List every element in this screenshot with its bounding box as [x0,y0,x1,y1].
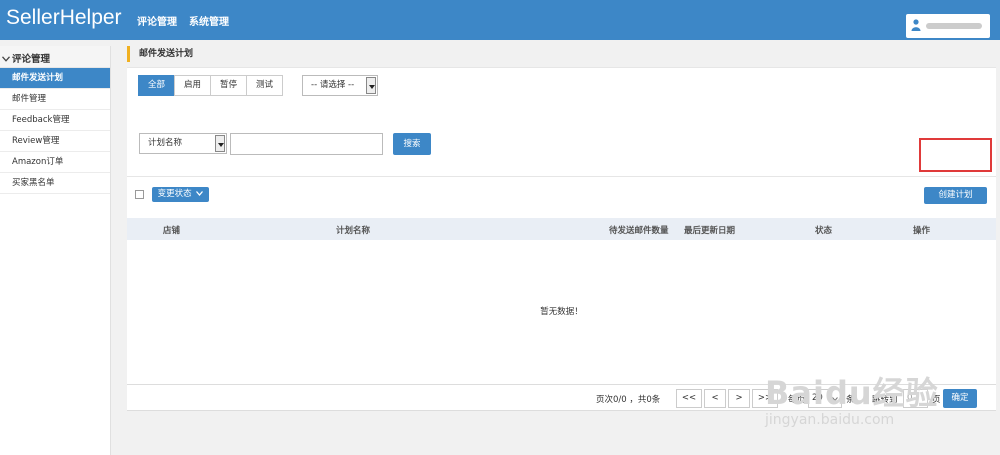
column-store: 店铺 [163,226,181,236]
sidebar-item-email-plan[interactable]: 邮件发送计划 [0,68,110,89]
nav-system-management[interactable]: 系统管理 [189,13,229,28]
empty-state-text: 暂无数据！ [540,307,583,317]
brand-logo[interactable]: SellerHelper [6,6,122,30]
sidebar-item-blacklist[interactable]: 买家黑名单 [0,173,110,194]
table-header: 店铺 计划名称 待发送邮件数量 最后更新日期 状态 操作 [127,218,996,240]
status-tabs: 全部 启用 暂停 测试 [138,75,284,96]
tab-paused[interactable]: 暂停 [210,75,248,96]
next-page-button[interactable]: > [728,389,750,408]
sidebar-group-label: 评论管理 [12,54,51,65]
watermark-url: jingyan.baidu.com [765,412,895,428]
field-select[interactable]: 计划名称 [139,133,227,154]
prev-page-button[interactable]: < [704,389,726,408]
watermark-brand: Baidu经验 [765,374,939,412]
sidebar-item-email-management[interactable]: 邮件管理 [0,89,110,110]
change-status-label: 变更状态 [157,189,192,199]
column-pending-count: 待发送邮件数量 [609,226,669,236]
sidebar-item-amazon-orders[interactable]: Amazon订单 [0,152,110,173]
change-status-button[interactable]: 变更状态 [152,187,209,202]
user-menu[interactable] [906,14,990,38]
jump-confirm-button[interactable]: 确定 [943,389,977,408]
column-plan-name: 计划名称 [336,226,371,236]
user-icon [911,19,921,31]
dropdown-arrow-icon [215,135,225,152]
column-last-updated: 最后更新日期 [684,226,736,236]
create-plan-button[interactable]: 创建计划 [924,187,987,204]
chevron-down-icon [2,54,12,65]
highlight-box [919,138,992,172]
sidebar-group-header[interactable]: 评论管理 [0,46,110,68]
filter-panel: 全部 启用 暂停 测试 -- 请选择 -- 计划名称 搜索 [127,67,996,177]
page-title: 邮件发送计划 [127,46,193,62]
column-actions: 操作 [913,226,931,236]
tab-all[interactable]: 全部 [138,75,176,96]
first-page-button[interactable]: << [676,389,702,408]
column-status: 状态 [815,226,833,236]
sidebar-item-review[interactable]: Review管理 [0,131,110,152]
field-select-value: 计划名称 [148,138,183,148]
top-nav: 评论管理 系统管理 [137,13,229,28]
select-all-checkbox[interactable] [135,190,144,199]
baidu-watermark: Baidu经验 jingyan.baidu.com [765,368,939,428]
pagination-summary: 页次0/0 ，共0条 [596,395,661,405]
search-button[interactable]: 搜索 [393,133,431,155]
dropdown-arrow-icon [366,77,376,94]
top-bar: SellerHelper 评论管理 系统管理 [0,0,1000,40]
chevron-down-icon [196,191,204,196]
tab-test[interactable]: 测试 [246,75,284,96]
status-select[interactable]: -- 请选择 -- [302,75,378,96]
search-input[interactable] [230,133,383,155]
status-select-value: -- 请选择 -- [311,80,355,90]
user-name-redacted [926,23,982,29]
tab-enabled[interactable]: 启用 [174,75,212,96]
nav-review-management[interactable]: 评论管理 [137,13,177,28]
sidebar-item-feedback[interactable]: Feedback管理 [0,110,110,131]
sidebar: 评论管理 邮件发送计划 邮件管理 Feedback管理 Review管理 Ama… [0,46,111,455]
